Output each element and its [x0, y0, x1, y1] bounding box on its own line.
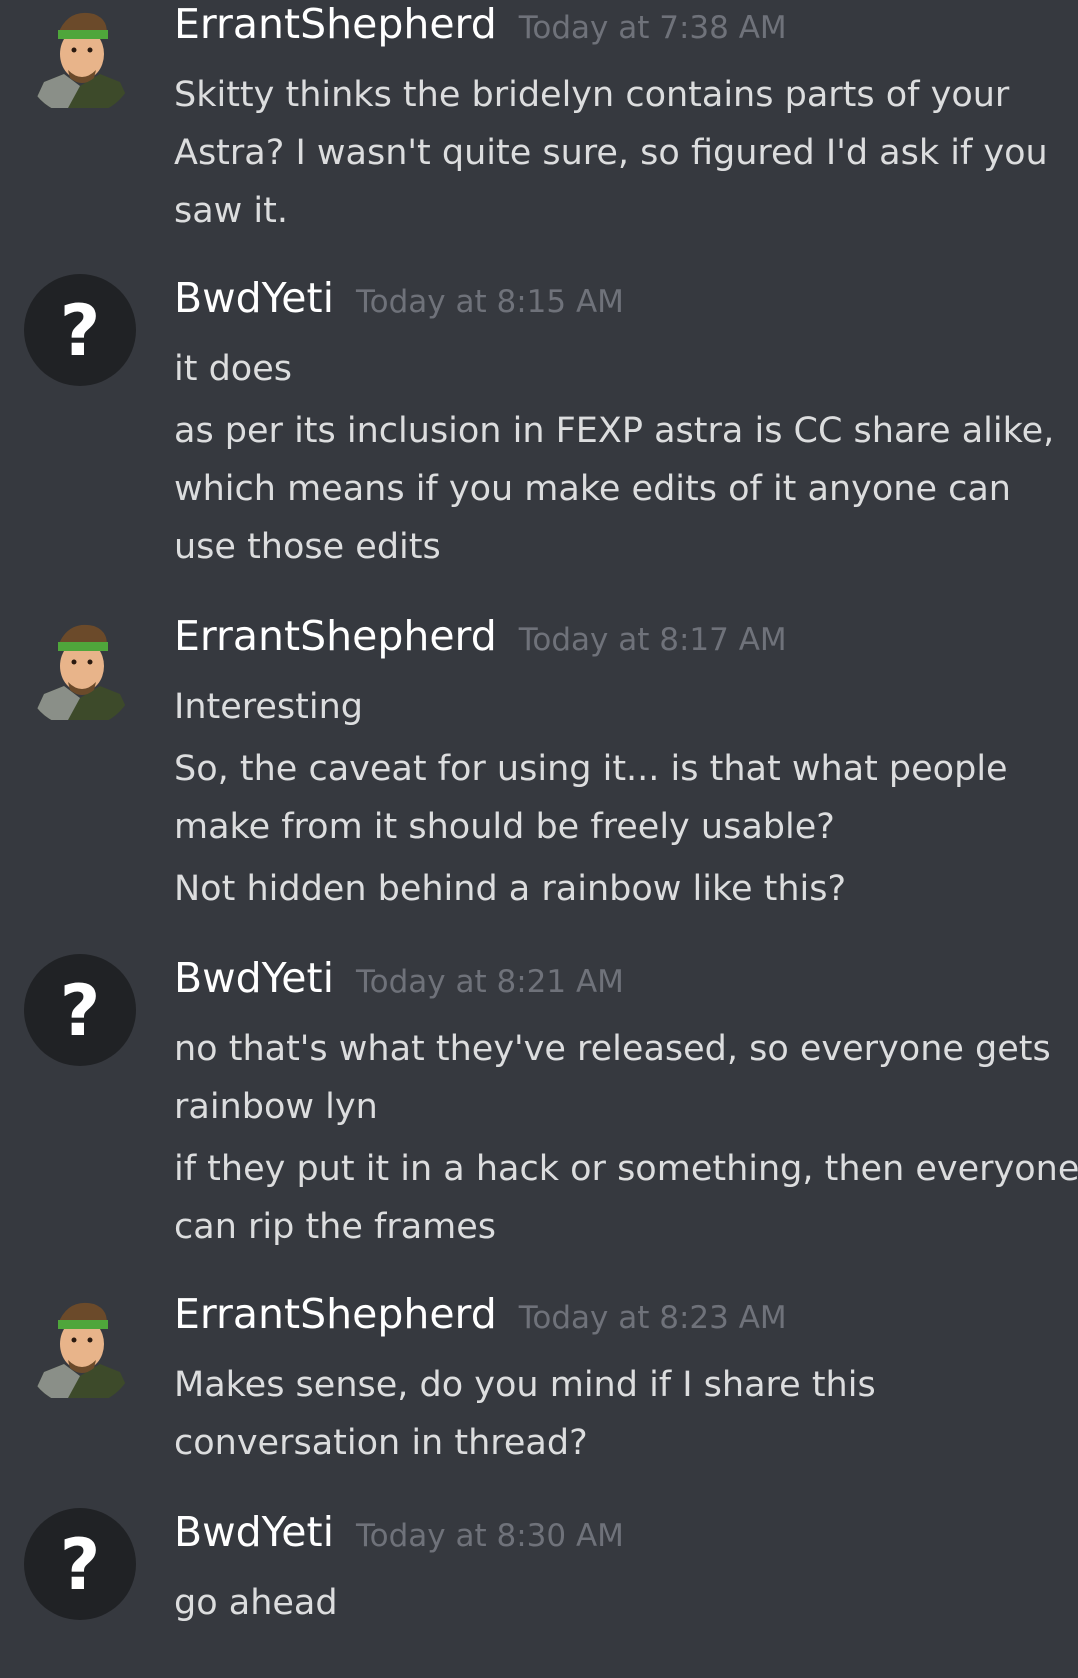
- message-line: as per its inclusion in FEXP astra is CC…: [174, 411, 1055, 451]
- message-line: make from it should be freely usable?: [174, 807, 835, 847]
- message-line: Skitty thinks the bridelyn contains part…: [174, 75, 1010, 115]
- user-avatar-icon[interactable]: [24, 4, 136, 116]
- username[interactable]: ErrantShepherd: [174, 0, 497, 48]
- user-avatar-icon[interactable]: ?: [24, 954, 136, 1066]
- message-line: rainbow lyn: [174, 1087, 378, 1127]
- timestamp: Today at 8:30 AM: [355, 1518, 624, 1554]
- message-line: conversation in thread?: [174, 1423, 588, 1463]
- shepherd-portrait-icon: [32, 12, 132, 108]
- shepherd-portrait-icon: [32, 1302, 132, 1398]
- message-line: saw it.: [174, 191, 289, 231]
- message-line: it does: [174, 349, 292, 389]
- message-line: Astra? I wasn't quite sure, so figured I…: [174, 133, 1048, 173]
- message-line: which means if you make edits of it anyo…: [174, 469, 1011, 509]
- message-line: use those edits: [174, 527, 441, 567]
- user-avatar-icon[interactable]: ?: [24, 274, 136, 386]
- chat-messages: ErrantShepherd Today at 7:38 AM Skitty t…: [0, 0, 1078, 1678]
- message-line: if they put it in a hack or something, t…: [174, 1149, 1078, 1189]
- message-line: Not hidden behind a rainbow like this?: [174, 869, 847, 909]
- username[interactable]: BwdYeti: [174, 1508, 334, 1556]
- username[interactable]: BwdYeti: [174, 954, 334, 1002]
- message-line: can rip the frames: [174, 1207, 497, 1247]
- username[interactable]: ErrantShepherd: [174, 1290, 497, 1338]
- user-avatar-icon[interactable]: [24, 1294, 136, 1406]
- user-avatar-icon[interactable]: [24, 616, 136, 728]
- message-line: Interesting: [174, 687, 363, 727]
- message-line: no that's what they've released, so ever…: [174, 1029, 1051, 1069]
- message-line: So, the caveat for using it... is that w…: [174, 749, 1008, 789]
- question-mark-icon: ?: [59, 290, 101, 372]
- timestamp: Today at 8:23 AM: [518, 1300, 787, 1336]
- timestamp: Today at 8:15 AM: [355, 284, 624, 320]
- question-mark-icon: ?: [59, 1524, 101, 1606]
- shepherd-portrait-icon: [32, 624, 132, 720]
- message-line: go ahead: [174, 1583, 338, 1623]
- timestamp: Today at 8:17 AM: [518, 622, 787, 658]
- username[interactable]: ErrantShepherd: [174, 612, 497, 660]
- timestamp: Today at 8:21 AM: [355, 964, 624, 1000]
- question-mark-icon: ?: [59, 970, 101, 1052]
- message-line: Makes sense, do you mind if I share this: [174, 1365, 876, 1405]
- user-avatar-icon[interactable]: ?: [24, 1508, 136, 1620]
- timestamp: Today at 7:38 AM: [518, 10, 787, 46]
- username[interactable]: BwdYeti: [174, 274, 334, 322]
